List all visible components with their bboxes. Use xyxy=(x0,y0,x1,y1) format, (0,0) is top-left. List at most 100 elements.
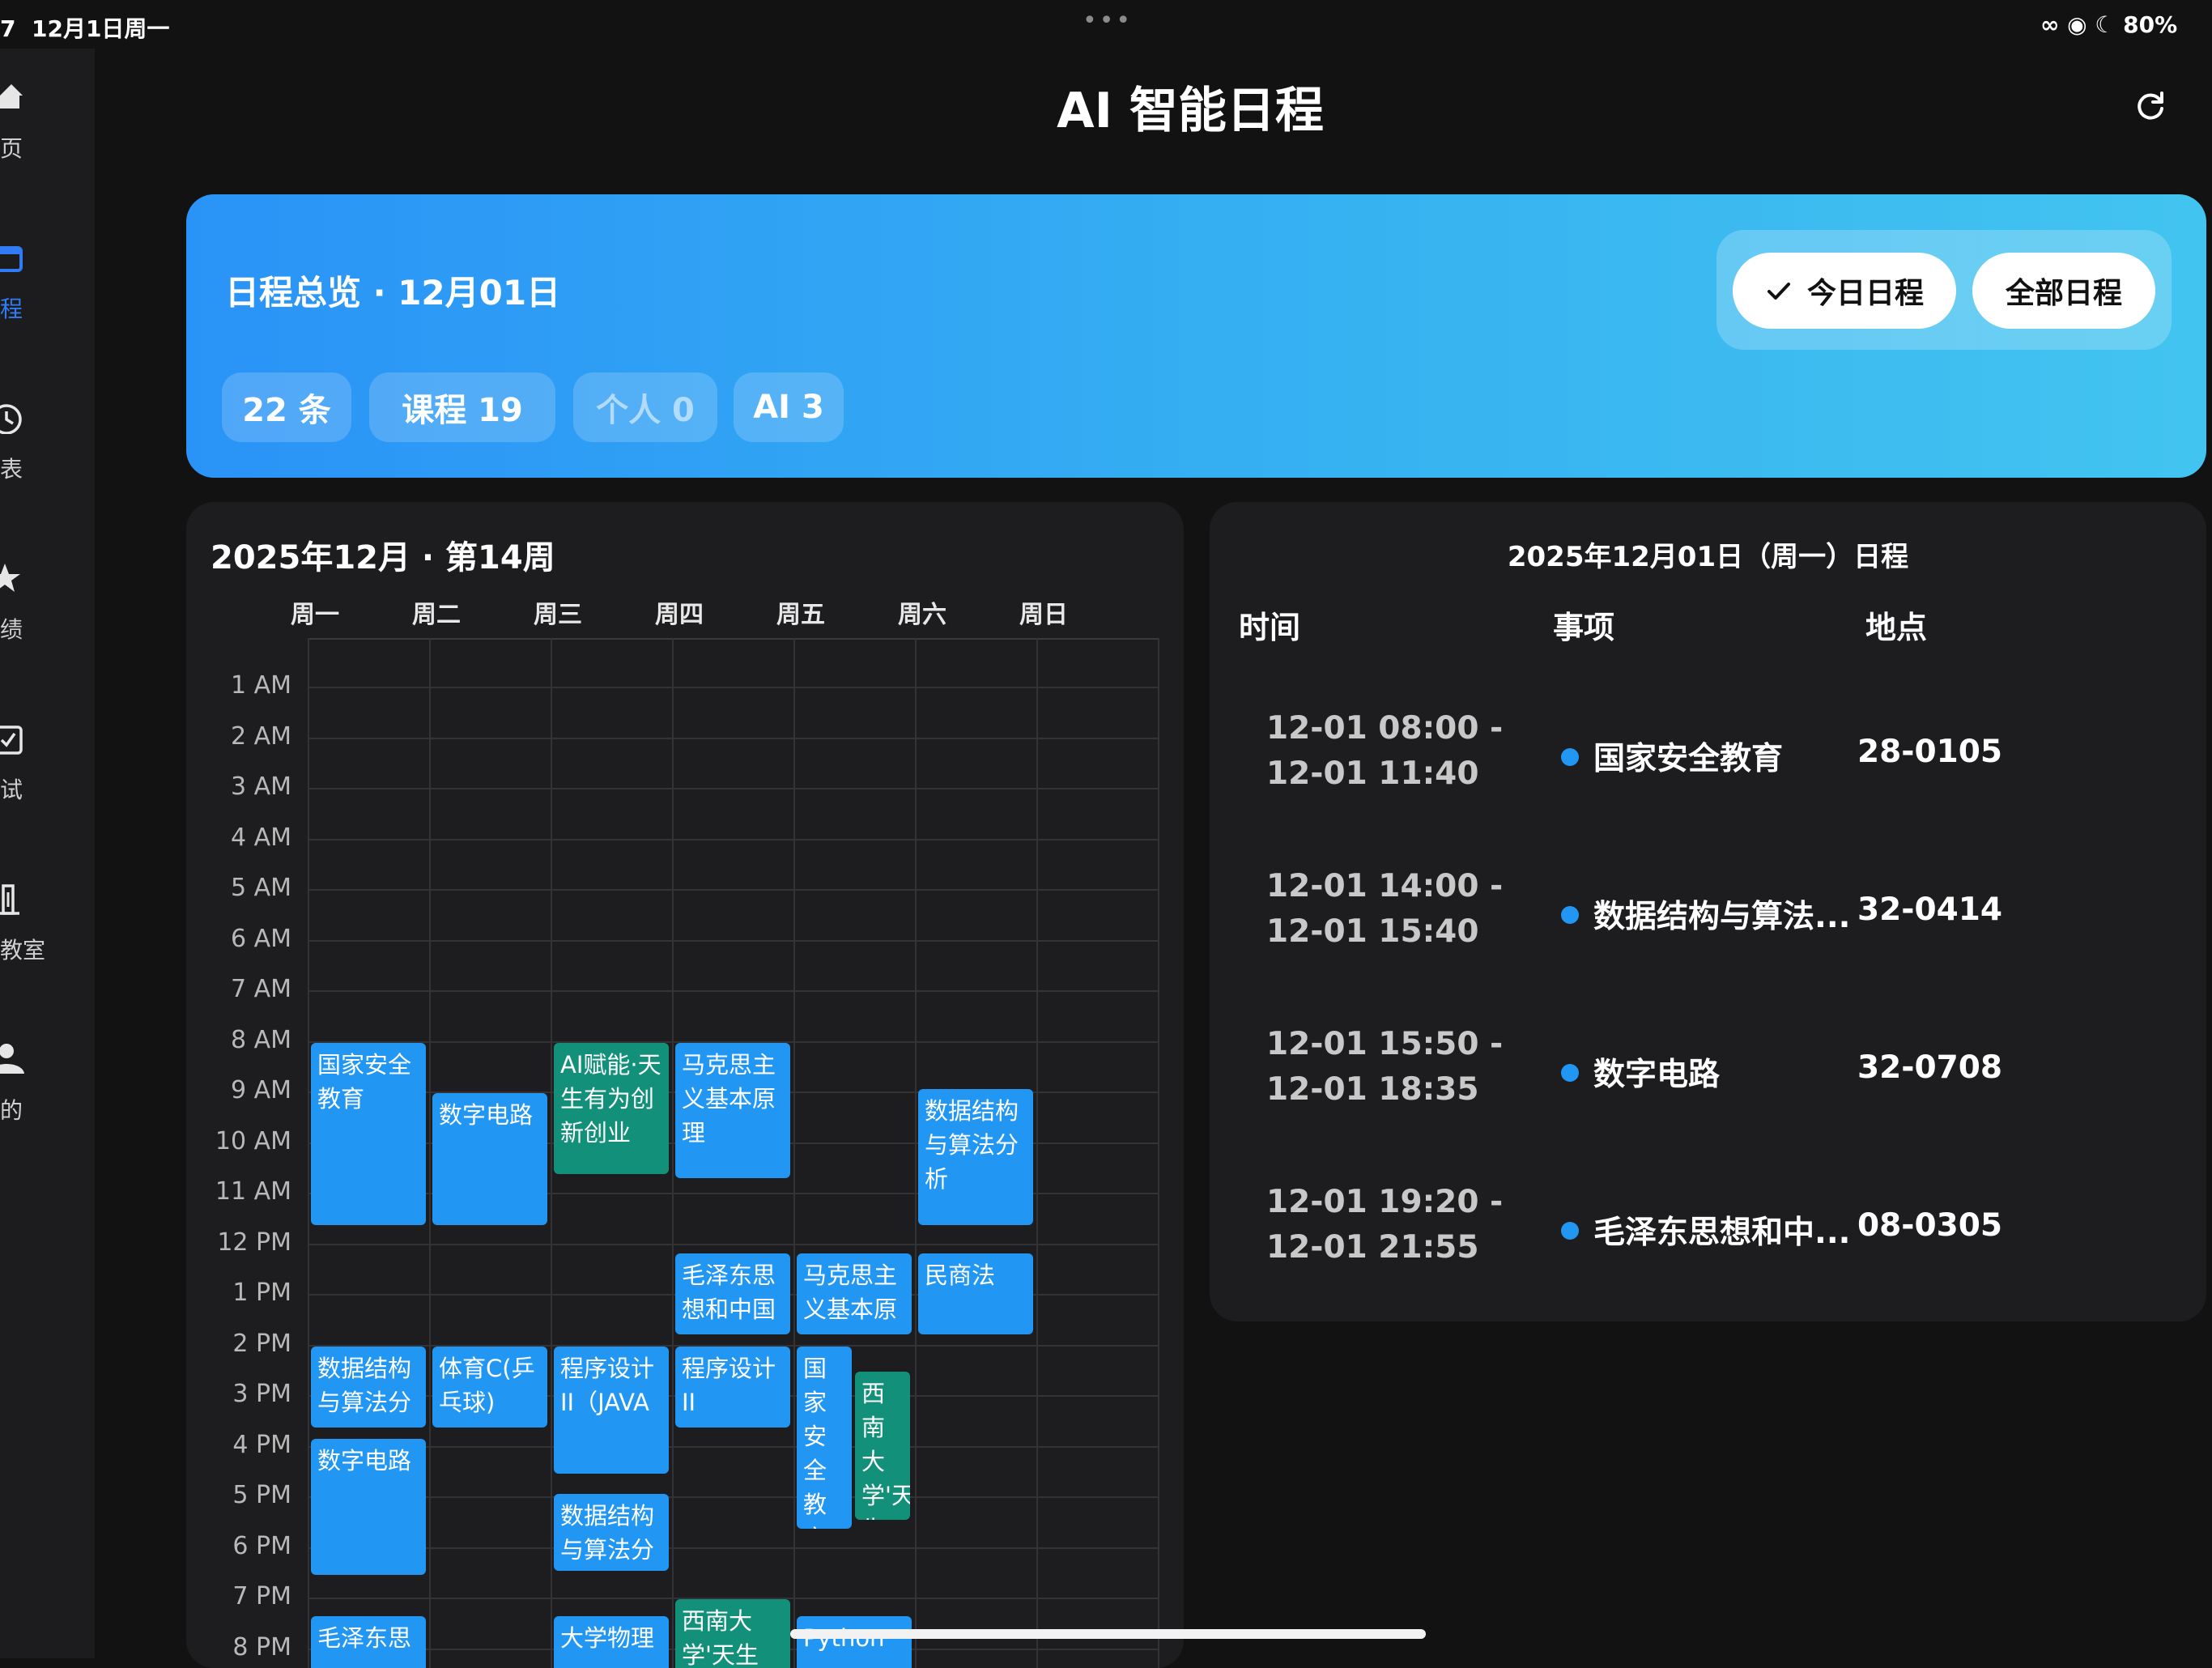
calendar-event[interactable]: Python xyxy=(797,1615,912,1668)
schedule-row-place: 32-0414 xyxy=(1857,891,2003,928)
day-schedule-panel: 2025年12月01日（周一）日程 时间 事项 地点 12-01 08:00 -… xyxy=(1210,502,2206,1321)
status-bar-time: 7 12月1日周一 xyxy=(0,11,169,44)
hour-label: 5 AM xyxy=(230,874,291,902)
day-column-divider xyxy=(308,638,309,1668)
sidebar-item-label: 表 xyxy=(0,456,23,483)
time-end: 12-01 15:40 xyxy=(1266,913,1479,950)
day-header: 周六 xyxy=(898,601,946,629)
calendar-event[interactable]: 国家安全教育 xyxy=(311,1042,426,1225)
hour-label: 7 PM xyxy=(232,1582,291,1611)
calendar-event[interactable]: 程序设计II（JAVA xyxy=(554,1346,669,1474)
hour-label: 4 AM xyxy=(230,823,291,852)
day-column-divider xyxy=(429,638,431,1668)
calendar-event[interactable]: 民商法 xyxy=(918,1253,1033,1334)
hour-gridline xyxy=(308,990,1158,992)
chip-personal[interactable]: 个人 0 xyxy=(573,372,717,442)
calendar-event[interactable]: 程序设计II xyxy=(675,1346,790,1428)
chip-ai[interactable]: AI 3 xyxy=(734,372,844,442)
checkbox-icon xyxy=(0,725,23,755)
time-start: 12-01 08:00 - xyxy=(1266,710,1504,747)
day-column-divider xyxy=(1036,638,1038,1668)
status-bar-right: ∞ ◉ ☾ 80% xyxy=(2040,11,2177,38)
schedule-row[interactable]: 12-01 15:50 - 12-01 18:35 数字电路 32-0708 xyxy=(1210,1022,2206,1151)
hour-label: 4 PM xyxy=(232,1430,291,1459)
hour-gridline xyxy=(308,1496,1158,1498)
hour-label: 2 AM xyxy=(230,721,291,751)
refresh-icon[interactable] xyxy=(2133,89,2168,125)
hour-gridline xyxy=(308,838,1158,840)
column-header-time: 时间 xyxy=(1239,610,1301,645)
calendar-event[interactable]: AI赋能·天生有为创新创业 xyxy=(554,1042,669,1175)
schedule-row[interactable]: 12-01 19:20 - 12-01 21:55 毛泽东思想和中... 08-030… xyxy=(1210,1180,2206,1309)
calendar-event[interactable]: 数据结构与算法分 xyxy=(554,1494,669,1571)
schedule-row[interactable]: 12-01 08:00 - 12-01 11:40 国家安全教育 28-0105 xyxy=(1210,706,2206,836)
day-column-divider xyxy=(1158,638,1159,1668)
today-schedule-button[interactable]: 今日日程 xyxy=(1733,253,1956,329)
calendar-event[interactable]: 数据结构与算法分析 xyxy=(918,1089,1033,1225)
sidebar-item-label: 页 xyxy=(0,135,23,162)
schedule-row-time: 12-01 15:50 - 12-01 18:35 xyxy=(1266,1022,1503,1113)
calendar-event[interactable]: 数据结构与算法分 xyxy=(311,1346,426,1428)
course-dot-icon xyxy=(1561,748,1579,766)
hour-label: 5 PM xyxy=(232,1481,291,1509)
sidebar-item-label: 程 xyxy=(0,296,23,322)
hour-label: 1 AM xyxy=(230,671,291,700)
status-time: 7 xyxy=(0,15,16,42)
day-column-divider xyxy=(551,638,552,1668)
chip-total[interactable]: 22 条 xyxy=(222,372,351,442)
calendar-event[interactable]: 数字电路 xyxy=(432,1093,547,1225)
calendar-event[interactable]: 毛泽东思 xyxy=(311,1615,426,1668)
sidebar: 页 程 表 绩 试 教室 的 xyxy=(0,49,95,1658)
calendar-event[interactable]: 数字电路 xyxy=(311,1438,426,1575)
moon-icon: ☾ xyxy=(2095,11,2116,38)
calendar-event[interactable]: 西南大学'天生 xyxy=(675,1599,790,1668)
hour-gridline xyxy=(308,889,1158,891)
time-start: 12-01 14:00 - xyxy=(1266,868,1504,904)
day-schedule-title: 2025年12月01日（周一）日程 xyxy=(1507,541,1909,573)
multitasking-dots[interactable]: ••• xyxy=(1083,6,1133,35)
status-date: 12月1日周一 xyxy=(31,15,170,42)
hour-label: 1 PM xyxy=(232,1279,291,1307)
star-icon xyxy=(0,564,20,592)
hour-label: 7 AM xyxy=(230,975,291,1003)
calendar-event[interactable]: 大学物理 xyxy=(554,1615,669,1668)
calendar-event[interactable]: 毛泽东思想和中国 xyxy=(675,1253,790,1334)
page-title: AI 智能日程 xyxy=(1057,83,1324,139)
schedule-row-time: 12-01 14:00 - 12-01 15:40 xyxy=(1266,864,1503,955)
week-calendar: 2025年12月 · 第14周 周一 周二 周三 周四 周五 周六 周日 1 AM 2 AM 3 … xyxy=(186,502,1184,1668)
header-divider xyxy=(308,638,1158,640)
calendar-event[interactable]: 西南大学'天生 xyxy=(855,1371,910,1521)
banner-title: 日程总览 · 12月01日 xyxy=(225,273,561,313)
day-column-divider xyxy=(915,638,917,1668)
time-end: 12-01 18:35 xyxy=(1266,1071,1479,1108)
course-dot-icon xyxy=(1561,1064,1579,1082)
clock-icon xyxy=(0,404,22,434)
course-dot-icon xyxy=(1561,906,1579,924)
day-header: 周三 xyxy=(534,601,582,629)
hour-label: 11 AM xyxy=(215,1177,291,1206)
link-icon: ∞ xyxy=(2040,11,2060,38)
chip-courses[interactable]: 课程 19 xyxy=(369,372,555,442)
calendar-event[interactable]: 体育C(乒乓球) xyxy=(432,1346,547,1428)
hour-label: 6 AM xyxy=(230,924,291,953)
hour-label: 3 PM xyxy=(232,1380,291,1408)
day-header: 周二 xyxy=(412,601,461,629)
time-start: 12-01 15:50 - xyxy=(1266,1026,1504,1062)
check-icon xyxy=(1767,283,1790,300)
day-header: 周一 xyxy=(291,601,339,629)
week-title: 2025年12月 · 第14周 xyxy=(211,539,555,577)
day-header: 周四 xyxy=(655,601,704,629)
hour-gridline xyxy=(308,737,1158,739)
overview-banner: 日程总览 · 12月01日 22 条 课程 19 个人 0 AI 3 今日日程 … xyxy=(186,194,2206,478)
all-schedule-button[interactable]: 全部日程 xyxy=(1972,253,2155,329)
calendar-event[interactable]: 马克思主义基本原理 xyxy=(675,1042,790,1179)
schedule-row-time: 12-01 08:00 - 12-01 11:40 xyxy=(1266,706,1503,797)
calendar-event[interactable]: 马克思主义基本原 xyxy=(797,1253,912,1334)
hour-label: 9 AM xyxy=(230,1076,291,1104)
calendar-event[interactable]: 国家安全教育 xyxy=(797,1346,852,1529)
home-indicator[interactable] xyxy=(790,1629,1426,1639)
schedule-row-title: 数字电路 xyxy=(1593,1057,1721,1093)
schedule-row[interactable]: 12-01 14:00 - 12-01 15:40 数据结构与算法... 32-041… xyxy=(1210,864,2206,994)
today-schedule-label: 今日日程 xyxy=(1806,277,1924,310)
schedule-toggle: 今日日程 全部日程 xyxy=(1716,230,2172,350)
